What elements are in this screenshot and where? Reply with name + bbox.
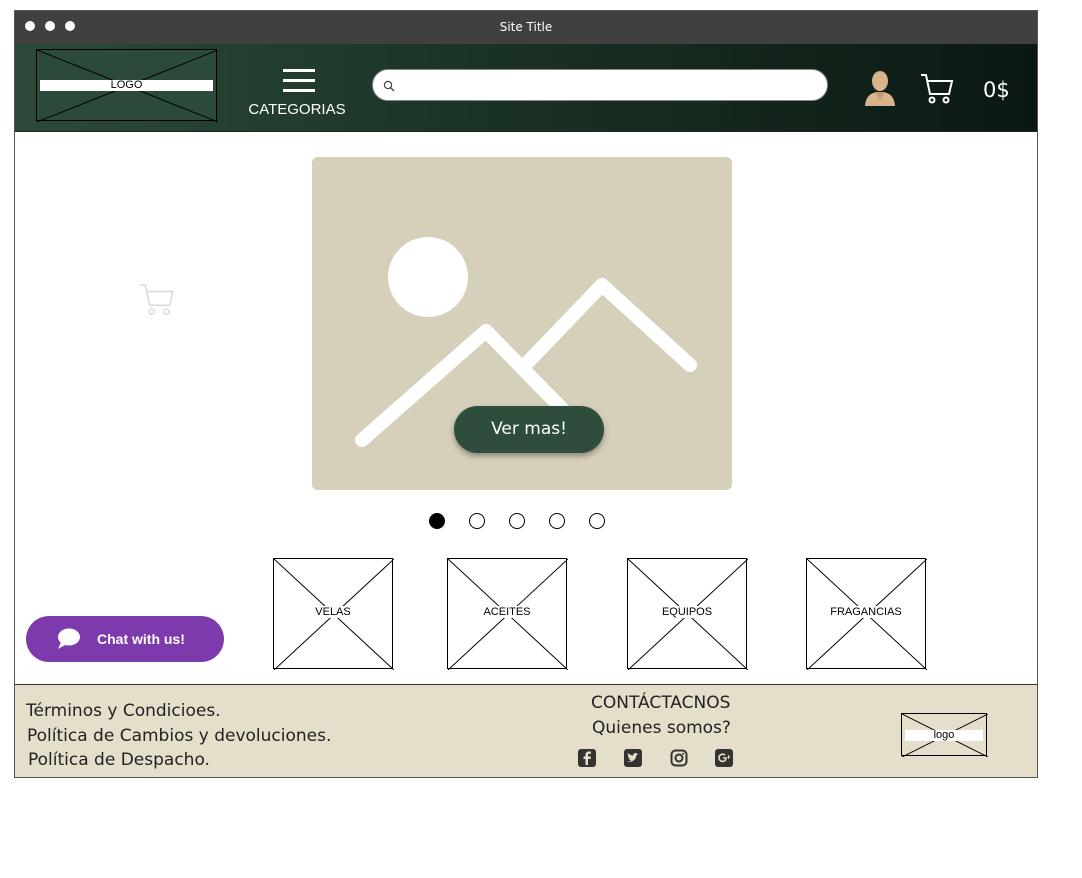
search-icon[interactable] xyxy=(383,80,395,92)
footer-link-returns[interactable]: Política de Cambios y devoluciones. xyxy=(27,726,331,746)
category-label: EQUIPOS xyxy=(660,606,714,618)
carousel-dot-4[interactable] xyxy=(549,513,565,529)
search-input[interactable] xyxy=(401,74,815,98)
google-plus-icon[interactable] xyxy=(715,749,733,767)
hero-banner[interactable]: Ver mas! xyxy=(312,157,732,490)
user-icon[interactable] xyxy=(863,70,897,106)
footer-about-link[interactable]: Quienes somos? xyxy=(592,718,731,738)
category-tile-velas[interactable]: VELAS xyxy=(273,558,394,670)
title-bar: Site Title xyxy=(15,11,1037,44)
header-logo-label: LOGO xyxy=(40,80,213,91)
footer-logo-label: logo xyxy=(905,730,983,741)
footer-logo[interactable]: logo xyxy=(901,713,988,757)
chat-bubble-icon xyxy=(58,628,80,649)
cart-icon[interactable] xyxy=(920,72,954,106)
category-tile-aceites[interactable]: ACEITES xyxy=(447,558,568,670)
footer-link-terms[interactable]: Términos y Condicioes. xyxy=(26,701,221,721)
search-bar[interactable] xyxy=(372,69,828,101)
site-header: LOGO CATEGORIAS 0$ xyxy=(15,44,1037,132)
categories-menu-button[interactable]: CATEGORIAS xyxy=(247,69,347,121)
footer-contact-link[interactable]: CONTÁCTACNOS xyxy=(591,693,730,713)
category-label: ACEITES xyxy=(482,606,532,618)
twitter-icon[interactable] xyxy=(624,749,642,767)
faint-cart-icon xyxy=(140,284,174,316)
chat-button[interactable]: Chat with us! xyxy=(26,616,224,662)
carousel-dot-1[interactable] xyxy=(429,513,445,529)
browser-window: Site Title LOGO CATEGORIAS 0$ Ver mas! V… xyxy=(14,10,1038,778)
carousel-dot-2[interactable] xyxy=(469,513,485,529)
facebook-icon[interactable] xyxy=(578,749,596,767)
category-label: VELAS xyxy=(314,606,352,618)
category-tile-fragancias[interactable]: FRAGANCIAS xyxy=(806,558,927,670)
instagram-icon[interactable] xyxy=(670,749,688,767)
window-title: Site Title xyxy=(499,20,553,34)
category-tile-equipos[interactable]: EQUIPOS xyxy=(627,558,748,670)
cart-total[interactable]: 0$ xyxy=(983,78,1010,102)
site-footer: Términos y Condicioes. Política de Cambi… xyxy=(15,684,1037,777)
hamburger-icon xyxy=(283,69,315,93)
header-logo[interactable]: LOGO xyxy=(36,49,218,122)
chat-label: Chat with us! xyxy=(97,631,185,647)
categories-menu-label: CATEGORIAS xyxy=(248,101,346,118)
footer-link-shipping[interactable]: Política de Despacho. xyxy=(28,750,210,770)
category-label: FRAGANCIAS xyxy=(829,606,903,618)
carousel-dot-5[interactable] xyxy=(589,513,605,529)
ver-mas-button[interactable]: Ver mas! xyxy=(454,406,604,453)
carousel-dot-3[interactable] xyxy=(509,513,525,529)
